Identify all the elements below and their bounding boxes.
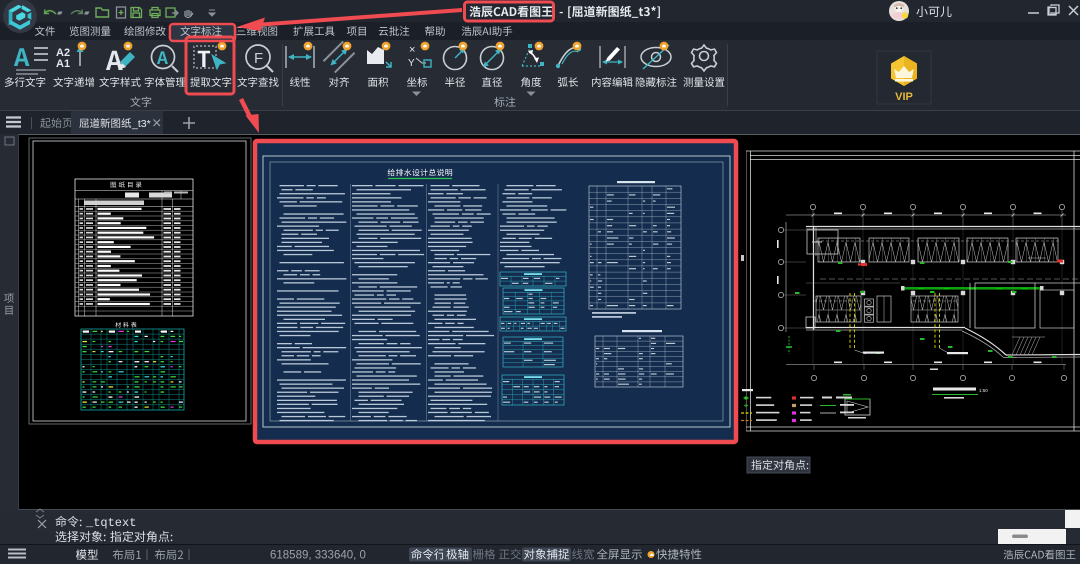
svg-text:A1: A1 [56,58,70,70]
svg-text:×: × [409,44,415,56]
svg-text:VIP: VIP [895,91,913,103]
svg-text:Y: Y [408,58,415,69]
svg-text:_t3*: _t3* [131,118,151,130]
svg-text:_tqtext: _tqtext [85,516,136,530]
svg-text:F: F [254,50,263,67]
svg-text:618589, 333640, 0: 618589, 333640, 0 [270,550,366,562]
svg-text:1:50: 1:50 [979,388,988,393]
